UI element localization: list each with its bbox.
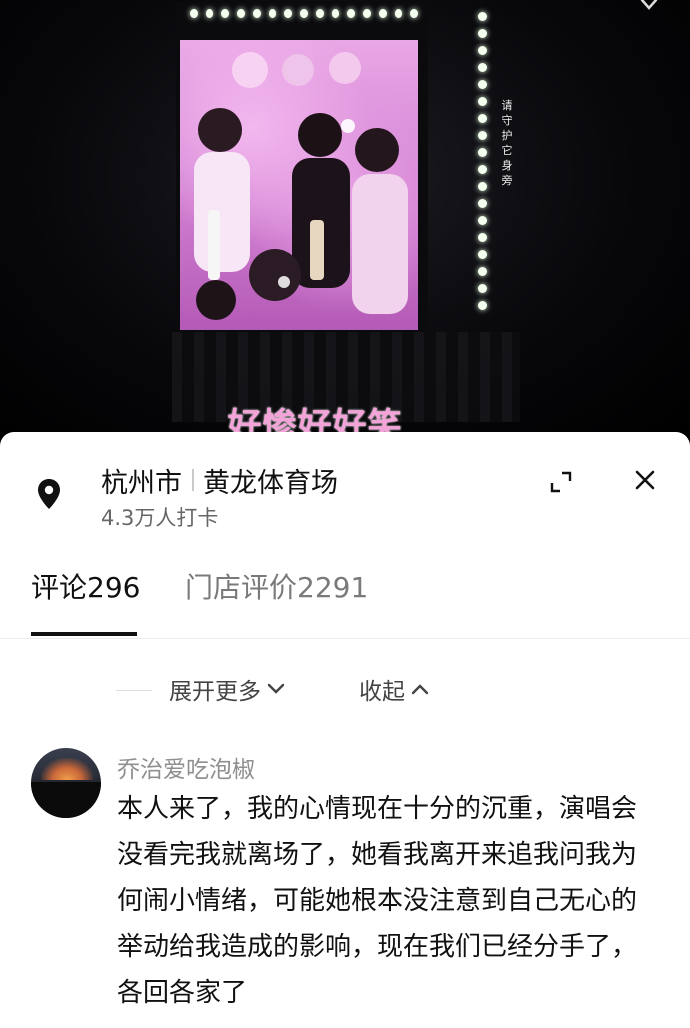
- expand-icon[interactable]: [549, 470, 573, 494]
- tab-store-reviews-count: 2291: [297, 571, 369, 604]
- checkin-count: 4.3万人打卡: [101, 506, 219, 530]
- comment-username[interactable]: 乔治爱吃泡椒: [117, 750, 255, 784]
- screen-side-text: 请守护它身旁: [501, 99, 513, 187]
- city-name: 杭州市: [101, 467, 182, 499]
- avatar-ground: [31, 782, 101, 818]
- map-pin-icon: [38, 479, 60, 509]
- title-divider: [192, 469, 194, 491]
- close-icon[interactable]: [634, 469, 656, 491]
- tab-comments-count: 296: [87, 571, 141, 604]
- expand-more-button[interactable]: 展开更多: [169, 672, 285, 706]
- reply-fold-controls: 展开更多 收起: [0, 668, 690, 708]
- active-tab-indicator: [31, 632, 137, 636]
- tab-store-reviews-label: 门店评价: [185, 571, 298, 604]
- tab-store-reviews[interactable]: 门店评价2291: [185, 566, 368, 606]
- venue-name: 黄龙体育场: [203, 467, 338, 499]
- led-light-strip-top: [190, 6, 419, 20]
- sheet-tabs: 评论296 门店评价2291: [0, 562, 690, 639]
- location-comment-sheet: 杭州市 黄龙体育场 4.3万人打卡 评论296 门店评价2291 展开更多 收起…: [0, 432, 690, 1028]
- chevron-icon[interactable]: [638, 0, 660, 12]
- avatar[interactable]: [31, 748, 101, 818]
- fold-divider: [116, 690, 152, 691]
- led-light-strip-side: [476, 12, 488, 332]
- location-title: 杭州市 黄龙体育场: [101, 462, 338, 499]
- tab-comments[interactable]: 评论296: [31, 566, 140, 606]
- collapse-button[interactable]: 收起: [359, 672, 429, 706]
- tab-comments-label: 评论: [31, 571, 88, 604]
- collapse-label: 收起: [359, 679, 405, 705]
- comment-text: 本人来了，我的心情现在十分的沉重，演唱会没看完我就离场了，她看我离开来追我问我为…: [117, 794, 638, 1008]
- chevron-up-icon: [411, 684, 429, 695]
- avatar-sunset: [41, 758, 93, 780]
- expand-more-label: 展开更多: [169, 679, 261, 705]
- concert-crowd-image: [194, 52, 408, 320]
- stage-screen-image: [180, 40, 418, 330]
- chevron-down-icon: [267, 683, 285, 694]
- location-header[interactable]: 杭州市 黄龙体育场 4.3万人打卡: [0, 432, 690, 542]
- video-player[interactable]: 请守护它身旁 好惨好好笑: [0, 0, 690, 440]
